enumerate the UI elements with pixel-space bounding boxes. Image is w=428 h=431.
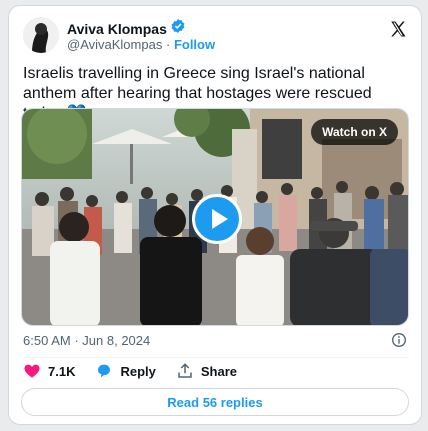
x-logo-icon[interactable]	[389, 20, 407, 43]
reply-bubble-icon	[98, 364, 111, 378]
action-bar: 7.1K Reply Share	[23, 362, 237, 380]
heart-icon	[24, 364, 40, 378]
author-name[interactable]: Aviva Klompas	[67, 21, 167, 37]
watch-on-x-button[interactable]: Watch on X	[311, 119, 398, 145]
read-replies-button[interactable]: Read 56 replies	[21, 388, 409, 416]
author-name-row: Aviva Klompas	[67, 18, 186, 39]
share-label: Share	[200, 363, 238, 379]
play-button[interactable]	[192, 194, 242, 244]
author-handle[interactable]: @AvivaKlompas	[67, 37, 162, 52]
reply-label: Reply	[120, 363, 156, 379]
like-button[interactable]: 7.1K	[23, 362, 75, 380]
separator-dot: ·	[165, 37, 171, 52]
verified-badge-icon	[170, 18, 186, 39]
play-icon	[212, 209, 228, 229]
separator-dot: ·	[74, 333, 79, 348]
share-icon	[178, 363, 192, 378]
video-thumbnail[interactable]: Watch on X	[21, 108, 409, 326]
avatar[interactable]	[23, 17, 59, 53]
tweet-card: Aviva Klompas @AvivaKlompas · Follow Isr…	[8, 5, 422, 425]
divider	[23, 357, 409, 358]
tweet-date: Jun 8, 2024	[82, 333, 151, 348]
timestamp[interactable]: 6:50 AM · Jun 8, 2024	[23, 333, 150, 348]
like-count: 7.1K	[48, 363, 76, 379]
follow-button[interactable]: Follow	[174, 37, 215, 52]
tweet-time: 6:50 AM	[23, 333, 71, 348]
share-button[interactable]: Share	[176, 362, 237, 380]
author-handle-row: @AvivaKlompas · Follow	[67, 37, 215, 52]
reply-button[interactable]: Reply	[95, 362, 156, 380]
info-icon[interactable]	[391, 332, 407, 353]
